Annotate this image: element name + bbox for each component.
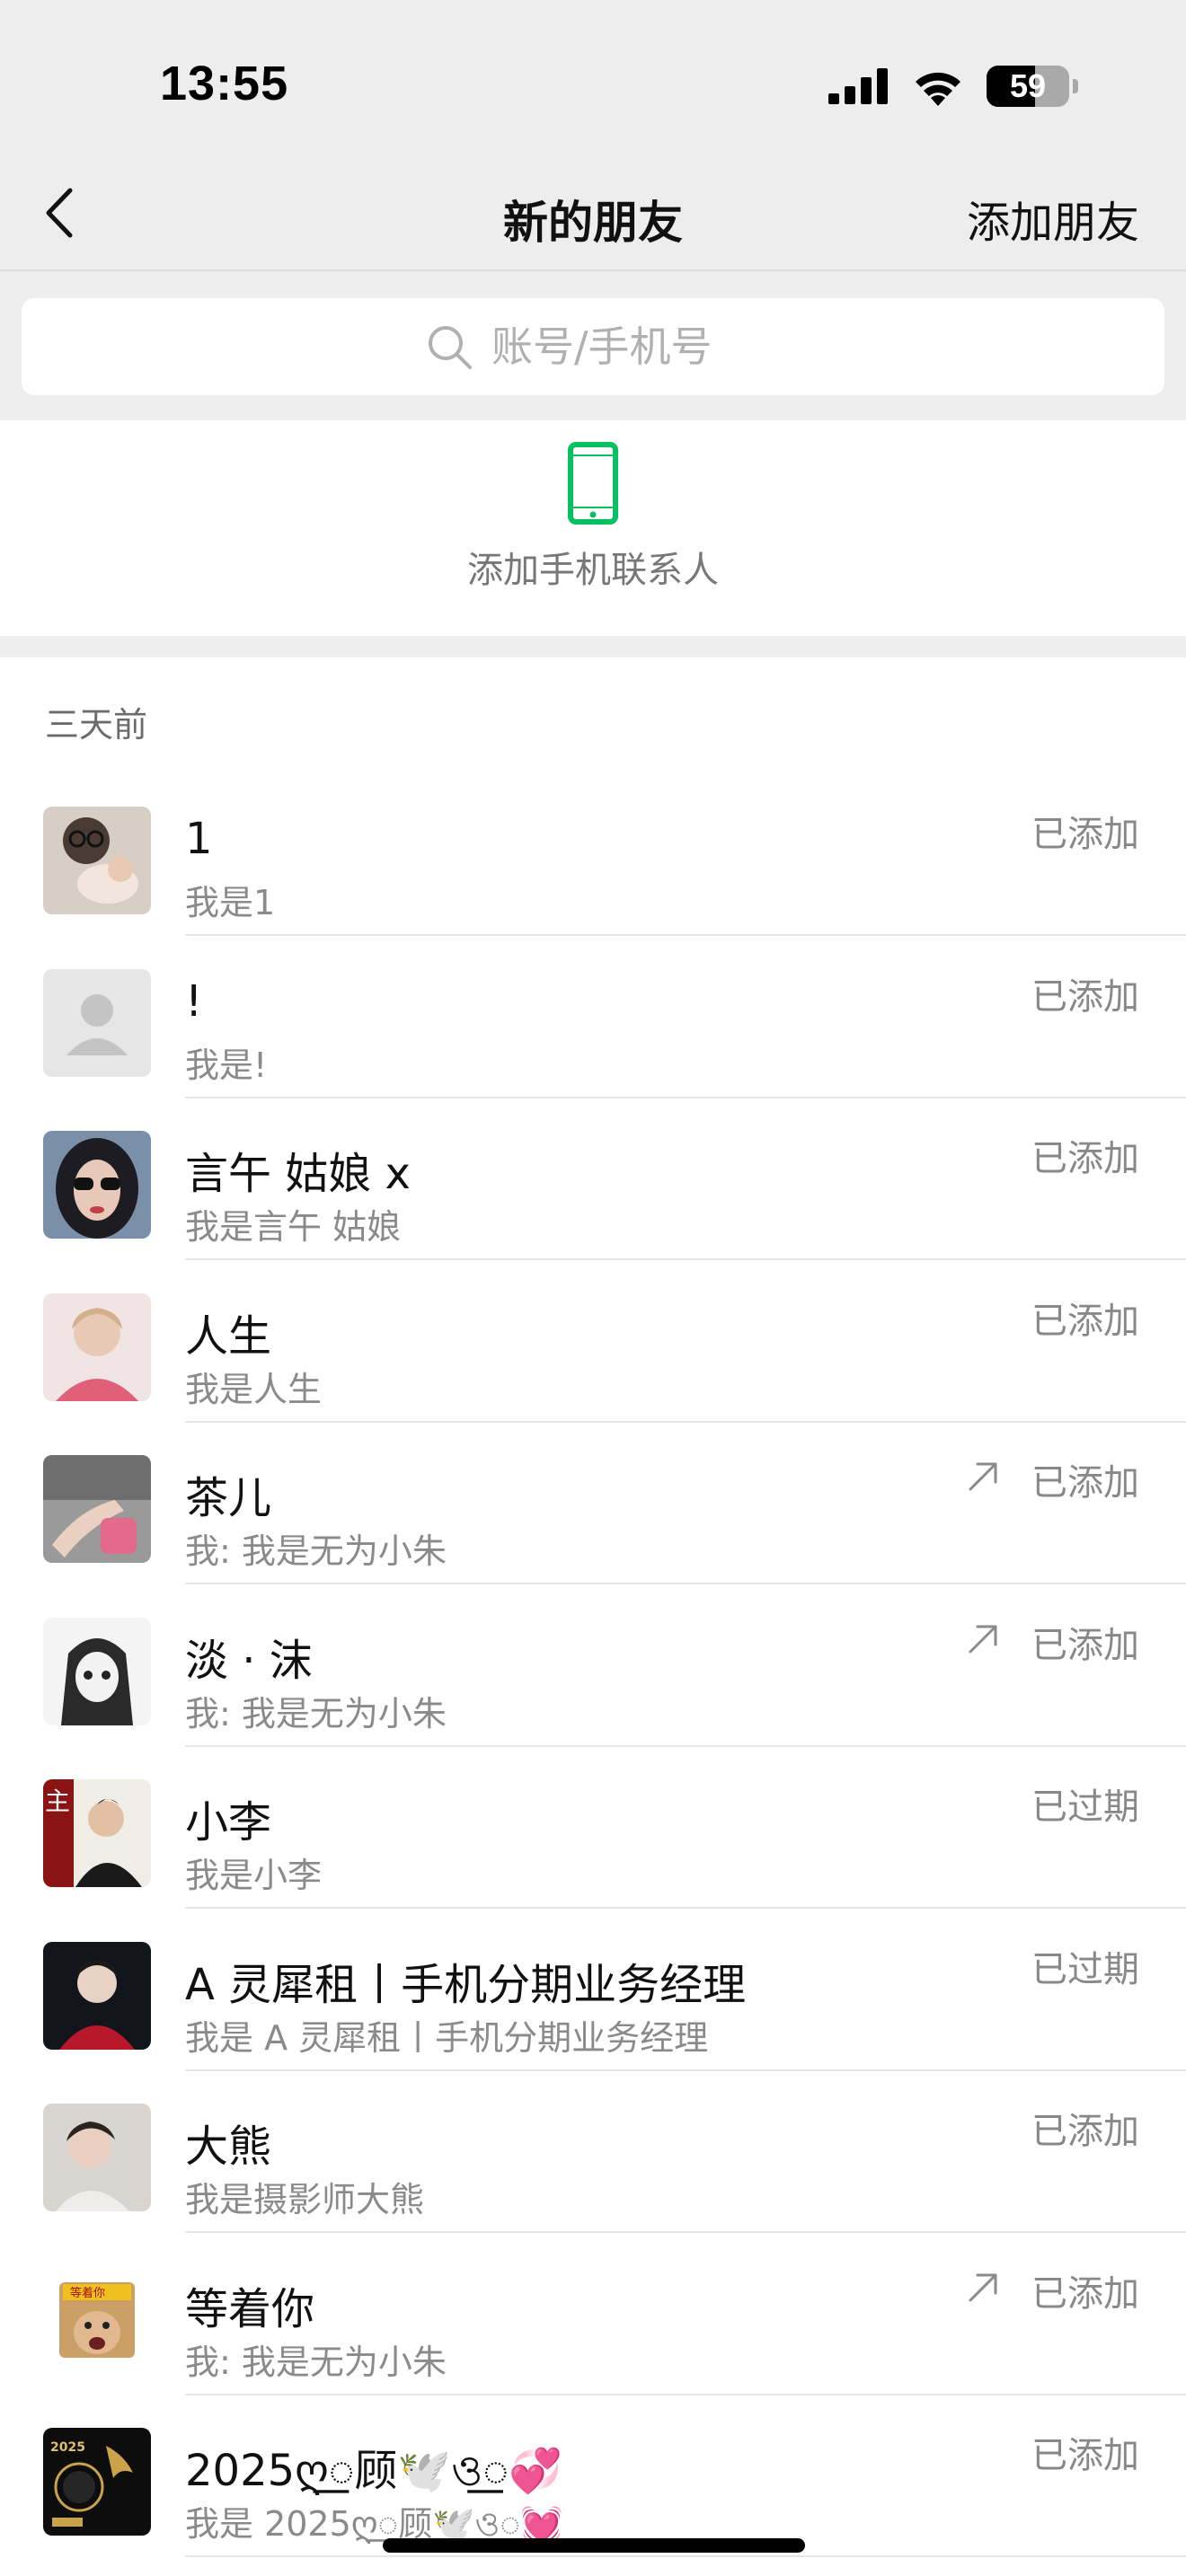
cellular-signal-icon [828,68,888,104]
request-status: 已添加 [1031,2435,1139,2476]
friend-name: A 灵犀租丨手机分期业务经理 [185,1959,747,2010]
avatar[interactable] [43,2104,151,2211]
nav-bar: 新的朋友 添加朋友 [0,162,1186,269]
request-status: 已添加 [1031,814,1139,855]
request-message: 我是人生 [185,1369,323,1409]
friend-request-row[interactable]: 等着你 等着你我: 我是无为小朱 已添加 [0,2234,1186,2395]
friend-request-row[interactable]: 人生我是人生 已添加 [0,1261,1186,1423]
friend-request-row[interactable]: A 灵犀租丨手机分期业务经理我是 A 灵犀租丨手机分期业务经理 已过期 [0,1910,1186,2071]
friend-name: 茶儿 [185,1473,272,1523]
avatar[interactable] [43,1941,151,2050]
request-status: 已添加 [1031,975,1139,1018]
request-status: 已过期 [1031,1786,1139,1828]
request-status: 已过期 [1031,1948,1139,1990]
friend-name: 人生 [185,1310,272,1362]
friend-name: 小李 [185,1797,272,1848]
add-phone-contacts-label: 添加手机联系人 [467,550,719,591]
phone-icon [568,442,618,525]
friend-request-list: 三天前 1 我是1 已添加! 我是! 已添加 言午 姑娘 x 我是言午 姑娘 已添加 人生 我是人… [0,657,1186,2576]
avatar[interactable] [43,968,151,1077]
status-time: 13:55 [160,57,289,110]
status-icons: 59 [828,63,1078,110]
avatar[interactable]: 主 [43,1779,151,1887]
section-gap [0,636,1186,657]
svg-text:等着你: 等着你 [70,2286,105,2300]
avatar[interactable] [43,807,151,914]
request-message: 我是1 [185,883,276,922]
avatar[interactable] [43,1617,151,1725]
request-status: 已添加 [1031,1462,1139,1504]
friend-request-row[interactable]: 茶儿我: 我是无为小朱 已添加 [0,1423,1186,1584]
avatar[interactable]: 2025 [43,2428,151,2536]
battery-icon: 59 [987,66,1069,107]
friend-name: 淡 · 沫 [185,1635,313,1686]
friend-request-row[interactable]: 1 我是1 已添加 [0,774,1186,936]
contacts-section: 添加手机联系人 [0,420,1186,636]
request-message: 我是言午 姑娘 [185,1207,402,1247]
request-status: 已添加 [1031,2111,1139,2152]
friend-request-row[interactable]: 2025 2025ღ꯭顾🕊️ও꯭💞 我是 2025ღ꯭顾🕊️ও꯭💓 已添加 [0,2395,1186,2557]
friend-request-row[interactable]: 言午 姑娘 x 我是言午 姑娘 已添加 [0,1098,1186,1260]
request-message: 我: 我是无为小朱 [185,2342,447,2382]
add-friends-button[interactable]: 添加朋友 [967,187,1139,250]
wifi-icon [916,72,960,106]
friend-name: 言午 姑娘 x [185,1149,411,1199]
add-phone-contacts-button[interactable]: 添加手机联系人 [413,442,773,622]
row-divider [185,2555,1186,2557]
request-message: 我是 A 灵犀租丨手机分期业务经理 [185,2017,709,2058]
request-message: 我是摄影师大熊 [185,2180,425,2219]
avatar[interactable] [43,1292,151,1401]
arrow-up-right-icon [969,1625,997,1653]
friend-name: ! [185,975,203,1027]
battery-tip [1073,79,1078,93]
status-bar: 13:55 59 [0,0,1186,162]
friend-name: 大熊 [185,2122,272,2172]
avatar[interactable] [43,1455,151,1563]
search-icon [429,326,472,369]
section-label: 三天前 [45,705,148,745]
request-status: 已添加 [1031,1138,1139,1179]
battery-level: 59 [1009,67,1047,104]
avatar[interactable] [43,1131,151,1239]
search-area [0,271,1186,420]
arrow-up-right-icon [969,2273,997,2301]
search-input[interactable] [491,322,761,371]
svg-text:2025: 2025 [50,2440,85,2455]
friend-request-row[interactable]: ! 我是! 已添加 [0,937,1186,1098]
request-status: 已添加 [1031,1624,1139,1666]
friend-request-row[interactable]: 主 小李我是小李 已过期 [0,1747,1186,1909]
friend-name: 等着你 [185,2283,315,2334]
friend-name: 1 [185,814,213,864]
request-message: 我是小李 [185,1856,323,1895]
request-message: 我: 我是无为小朱 [185,1531,447,1571]
home-indicator [383,2538,805,2553]
avatar[interactable]: 等着你 [43,2265,151,2374]
friend-request-row[interactable]: 淡 · 沫我: 我是无为小朱 已添加 [0,1585,1186,1747]
request-message: 我: 我是无为小朱 [185,1693,447,1734]
request-status: 已添加 [1031,1300,1139,1342]
request-status: 已添加 [1031,2272,1139,2315]
search-box[interactable] [22,298,1164,395]
friend-request-row[interactable]: 大熊我是摄影师大熊 已添加 [0,2071,1186,2233]
arrow-up-right-icon [969,1462,997,1491]
request-message: 我是! [185,1045,268,1085]
svg-text:主: 主 [45,1786,70,1816]
